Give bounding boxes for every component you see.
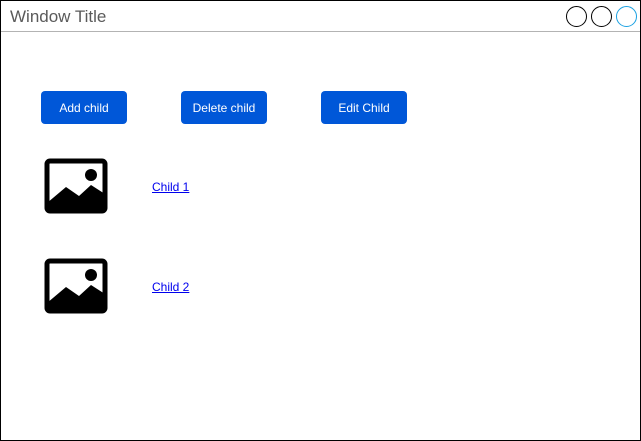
minimize-button[interactable] bbox=[566, 6, 587, 27]
child-link[interactable]: Child 2 bbox=[152, 280, 189, 294]
restore-button[interactable] bbox=[591, 6, 612, 27]
image-icon bbox=[44, 158, 108, 214]
title-bar: Window Title bbox=[1, 1, 640, 32]
window-title: Window Title bbox=[10, 7, 107, 26]
delete-child-button[interactable]: Delete child bbox=[181, 91, 267, 124]
window: Window Title Add child Delete child Edit… bbox=[0, 0, 641, 441]
child-link[interactable]: Child 1 bbox=[152, 180, 189, 194]
edit-child-button[interactable]: Edit Child bbox=[321, 91, 407, 124]
close-button[interactable] bbox=[616, 6, 637, 27]
image-icon bbox=[44, 258, 108, 314]
list-item-child-2: Child 2 bbox=[1, 257, 640, 317]
add-child-button[interactable]: Add child bbox=[41, 91, 127, 124]
list-item-child-1: Child 1 bbox=[1, 157, 640, 217]
